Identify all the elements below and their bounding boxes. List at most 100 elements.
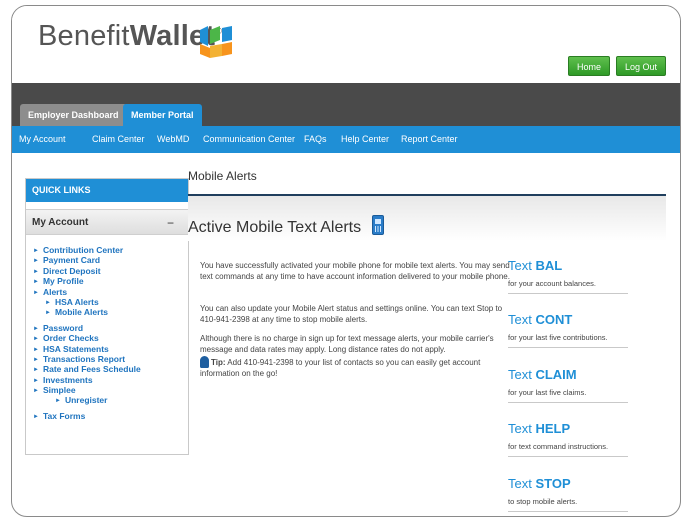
sidebar-link-payment-card[interactable]: ► Payment Card xyxy=(33,255,188,265)
command-description: for your last five claims. xyxy=(508,388,587,397)
arrow-right-icon: ► xyxy=(45,299,51,306)
arrow-right-icon: ► xyxy=(33,346,39,353)
command-stop: Text STOP to stop mobile alerts. xyxy=(508,476,628,512)
wallet-logo-icon xyxy=(200,26,232,58)
arrow-right-icon: ► xyxy=(33,325,39,332)
sidebar-link-label: Direct Deposit xyxy=(42,265,101,276)
section-title: Active Mobile Text Alerts xyxy=(188,219,362,236)
nav-communication-center[interactable]: Communication Center xyxy=(203,126,295,153)
tab-employer-dashboard[interactable]: Employer Dashboard xyxy=(20,104,127,126)
sidebar-link-label: Simplee xyxy=(42,385,76,396)
app-window: BenefitWallet® Home Log Out Employer Das… xyxy=(11,5,681,517)
site-header: BenefitWallet® Home Log Out xyxy=(12,6,680,83)
sidebar-link-label: Unregister xyxy=(64,395,108,406)
divider xyxy=(508,402,628,403)
command-claim: Text CLAIM for your last five claims. xyxy=(508,367,628,403)
tip-label: Tip: xyxy=(211,358,226,367)
command-help: Text HELP for text command instructions. xyxy=(508,421,628,457)
arrow-right-icon: ► xyxy=(33,279,39,286)
sidebar-link-unregister[interactable]: ► Unregister xyxy=(33,395,188,405)
sidebar-link-transactions-report[interactable]: ► Transactions Report xyxy=(33,354,188,364)
sidebar-link-label: Investments xyxy=(42,374,93,385)
nav-report-center[interactable]: Report Center xyxy=(401,126,458,153)
sidebar-link-order-checks[interactable]: ► Order Checks xyxy=(33,333,188,343)
nav-help-center[interactable]: Help Center xyxy=(341,126,389,153)
command-keyword: Text CLAIM xyxy=(508,367,577,382)
command-bal: Text BAL for your account balances. xyxy=(508,258,628,294)
brand-logo[interactable]: BenefitWallet® xyxy=(38,20,222,53)
arrow-right-icon: ► xyxy=(33,258,39,265)
command-keyword: Text CONT xyxy=(508,312,573,327)
logout-button[interactable]: Log Out xyxy=(616,56,667,76)
sidebar-link-contribution-center[interactable]: ► Contribution Center xyxy=(33,245,188,255)
portal-tabs-bar: Employer Dashboard Member Portal xyxy=(12,83,680,126)
command-description: to stop mobile alerts. xyxy=(508,497,578,506)
brand-name-light: Benefit xyxy=(38,20,130,52)
sidebar-link-label: Tax Forms xyxy=(42,410,86,421)
sidebar-link-simplee[interactable]: ► Simplee xyxy=(33,385,188,395)
sidebar-link-label: HSA Statements xyxy=(42,343,109,354)
command-keyword: Text STOP xyxy=(508,476,571,491)
sidebar-link-investments[interactable]: ► Investments xyxy=(33,375,188,385)
quick-links-sidebar: QUICK LINKS My Account − ► Contribution C… xyxy=(25,178,189,455)
sidebar-link-alerts[interactable]: ► Alerts xyxy=(33,287,188,297)
arrow-right-icon: ► xyxy=(33,356,39,363)
sidebar-link-hsa-statements[interactable]: ► HSA Statements xyxy=(33,344,188,354)
command-description: for your account balances. xyxy=(508,279,596,288)
divider xyxy=(508,456,628,457)
sidebar-link-label: Rate and Fees Schedule xyxy=(42,364,141,375)
tab-member-portal[interactable]: Member Portal xyxy=(123,104,202,126)
arrow-right-icon: ► xyxy=(33,336,39,343)
lightbulb-icon xyxy=(200,356,209,368)
tip-note: Tip: Add 410-941-2398 to your list of co… xyxy=(200,356,520,379)
my-account-links: ► Contribution Center ► Payment Card ► Dire… xyxy=(26,235,188,421)
collapse-icon[interactable]: − xyxy=(167,210,174,236)
sidebar-link-direct-deposit[interactable]: ► Direct Deposit xyxy=(33,266,188,276)
divider xyxy=(508,347,628,348)
sidebar-link-label: Alerts xyxy=(42,286,68,297)
sidebar-link-label: HSA Alerts xyxy=(54,296,99,307)
main-content: Mobile Alerts Active Mobile Text Alerts … xyxy=(188,153,680,516)
charges-paragraph: Although there is no charge in sign up f… xyxy=(200,334,494,354)
sidebar-link-tax-forms[interactable]: ► Tax Forms xyxy=(33,411,188,421)
main-nav: My Account Claim Center WebMD Communicat… xyxy=(12,126,680,153)
my-account-accordion[interactable]: My Account − xyxy=(26,209,188,235)
sidebar-link-label: My Profile xyxy=(42,276,84,287)
sidebar-link-label: Order Checks xyxy=(42,333,99,344)
command-description: for text command instructions. xyxy=(508,442,609,451)
arrow-right-icon: ► xyxy=(55,398,61,405)
sidebar-link-rate-and-fees[interactable]: ► Rate and Fees Schedule xyxy=(33,364,188,374)
sidebar-link-password[interactable]: ► Password xyxy=(33,323,188,333)
page-title: Mobile Alerts xyxy=(188,169,257,183)
my-account-title: My Account xyxy=(32,217,89,228)
nav-faqs[interactable]: FAQs xyxy=(304,126,327,153)
nav-my-account[interactable]: My Account xyxy=(19,126,66,153)
tip-text: Add 410-941-2398 to your list of contact… xyxy=(200,358,481,378)
arrow-right-icon: ► xyxy=(33,248,39,254)
sidebar-link-label: Payment Card xyxy=(42,255,101,266)
arrow-right-icon: ► xyxy=(33,413,39,420)
intro-paragraph: You have successfully activated your mob… xyxy=(200,261,510,281)
settings-paragraph: You can also update your Mobile Alert st… xyxy=(200,304,503,324)
sidebar-link-my-profile[interactable]: ► My Profile xyxy=(33,276,188,286)
arrow-right-icon: ► xyxy=(33,377,39,384)
command-description: for your last five contributions. xyxy=(508,333,608,342)
divider xyxy=(508,511,628,512)
arrow-right-icon: ► xyxy=(33,289,39,296)
arrow-right-icon: ► xyxy=(33,388,39,395)
nav-webmd[interactable]: WebMD xyxy=(157,126,189,153)
sidebar-link-label: Mobile Alerts xyxy=(54,307,109,318)
arrow-right-icon: ► xyxy=(33,367,39,374)
nav-claim-center[interactable]: Claim Center xyxy=(92,126,145,153)
sidebar-link-label: Contribution Center xyxy=(42,245,124,255)
quick-links-header: QUICK LINKS xyxy=(26,179,188,202)
home-button[interactable]: Home xyxy=(568,56,611,76)
sidebar-link-mobile-alerts[interactable]: ► Mobile Alerts xyxy=(33,307,188,317)
divider xyxy=(508,293,628,294)
arrow-right-icon: ► xyxy=(45,310,51,317)
arrow-right-icon: ► xyxy=(33,268,39,275)
sidebar-link-hsa-alerts[interactable]: ► HSA Alerts xyxy=(33,297,188,307)
sidebar-link-label: Password xyxy=(42,322,84,333)
mobile-phone-icon xyxy=(372,215,384,235)
command-cont: Text CONT for your last five contributio… xyxy=(508,312,628,348)
